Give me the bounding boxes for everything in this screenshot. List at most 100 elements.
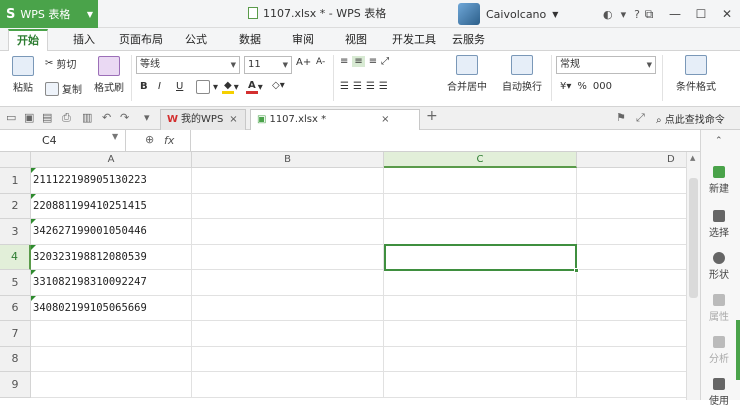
cell[interactable] — [192, 295, 384, 321]
underline-button[interactable]: U — [176, 81, 183, 92]
row-header[interactable]: 3 — [0, 219, 31, 245]
command-search[interactable]: ⌕ 点此查找命令 — [656, 111, 725, 126]
cell[interactable] — [384, 346, 577, 372]
cell-a6[interactable]: 340802199105065669 — [31, 295, 192, 321]
name-box[interactable]: C4 — [0, 130, 126, 152]
cell[interactable] — [384, 321, 577, 347]
cell[interactable] — [577, 270, 686, 296]
tab-view[interactable]: 视图 — [345, 28, 367, 51]
cell[interactable] — [577, 168, 686, 194]
percent-button[interactable]: % — [577, 81, 587, 92]
row-header[interactable]: 2 — [0, 193, 31, 219]
cell[interactable] — [577, 347, 686, 372]
cell[interactable] — [192, 372, 384, 398]
orientation-icon[interactable]: ⤢ — [381, 56, 389, 67]
tab-developer[interactable]: 开发工具 — [392, 28, 436, 51]
tab-cloud[interactable]: 云服务 — [452, 28, 485, 51]
tab-formula[interactable]: 公式 — [185, 28, 207, 51]
copy-button[interactable]: 复制 — [45, 81, 82, 96]
align-bottom-icon[interactable]: ≡ — [369, 56, 377, 67]
cell-a3[interactable]: 342627199001050446 — [31, 219, 192, 245]
close-icon[interactable]: × — [381, 114, 389, 125]
font-size-select[interactable]: 11 ▼ — [244, 56, 292, 74]
chevron-down-icon[interactable]: ▼ — [112, 132, 118, 141]
new-tab-button[interactable]: + — [426, 108, 438, 124]
cell[interactable] — [384, 270, 577, 296]
maximize-button[interactable]: ☐ — [688, 0, 714, 28]
minimize-button[interactable]: — — [662, 0, 688, 28]
cell[interactable] — [192, 219, 384, 245]
cell[interactable] — [577, 245, 686, 270]
cell[interactable] — [384, 372, 577, 398]
redo-icon[interactable]: ↷ — [120, 111, 129, 124]
clear-format-button[interactable]: ◇ ▾ — [272, 80, 285, 91]
cell-a2[interactable]: 220881199410251415 — [31, 193, 192, 219]
shirt-icon[interactable]: ▾ — [621, 8, 627, 21]
cell[interactable] — [31, 346, 192, 372]
cell[interactable] — [192, 244, 384, 270]
row-header[interactable]: 6 — [0, 295, 31, 321]
side-analysis-button[interactable]: 分析 — [701, 336, 737, 365]
skin-icon[interactable]: ◐ — [603, 8, 613, 21]
cell[interactable] — [192, 168, 384, 194]
bold-button[interactable]: B — [140, 81, 148, 92]
tab-my-wps[interactable]: W 我的WPS × — [160, 109, 246, 130]
cut-button[interactable]: ✂ 剪切 — [45, 56, 76, 71]
restore-layout-icon[interactable]: ⧉ — [636, 0, 662, 28]
print-icon[interactable]: ⎙ — [62, 111, 71, 125]
paste-button[interactable]: 粘贴 — [8, 56, 38, 94]
cell[interactable] — [31, 372, 192, 398]
print-preview-icon[interactable]: ▤ — [42, 111, 52, 124]
column-header-d[interactable]: D — [577, 152, 686, 168]
wrap-text-button[interactable]: 自动换行 — [499, 55, 545, 93]
cell[interactable] — [384, 219, 577, 245]
cell[interactable] — [577, 194, 686, 219]
row-header[interactable]: 1 — [0, 168, 31, 194]
align-middle-icon[interactable]: ≡ — [352, 56, 365, 67]
cell[interactable] — [577, 321, 686, 347]
align-top-icon[interactable]: ≡ — [340, 56, 348, 67]
row-header[interactable]: 5 — [0, 270, 31, 296]
vertical-scrollbar[interactable]: ▲ — [686, 152, 700, 400]
scroll-up-icon[interactable]: ▲ — [690, 154, 695, 162]
side-usage-button[interactable]: 使用 — [701, 378, 737, 407]
align-right-icon[interactable]: ☰ — [366, 81, 375, 92]
thousands-button[interactable]: 000 — [593, 81, 612, 92]
column-header-b[interactable]: B — [192, 152, 384, 168]
italic-button[interactable]: I — [158, 81, 161, 92]
cell-a5[interactable]: 331082198310092247 — [31, 270, 192, 296]
side-shape-button[interactable]: 形状 — [701, 252, 737, 281]
tab-review[interactable]: 审阅 — [292, 28, 314, 51]
cell[interactable] — [384, 295, 577, 321]
row-header[interactable]: 4 — [0, 244, 31, 270]
cell[interactable] — [384, 193, 577, 219]
justify-icon[interactable]: ☰ — [379, 81, 388, 92]
currency-icon[interactable]: ¥▾ — [560, 81, 571, 92]
row-header[interactable]: 8 — [0, 346, 31, 372]
close-button[interactable]: ✕ — [714, 0, 740, 28]
column-header-c[interactable]: C — [384, 152, 577, 168]
undo-icon[interactable]: ↶ — [102, 111, 111, 124]
close-icon[interactable]: × — [229, 114, 237, 125]
cell-a1[interactable]: 211122198905130223 — [31, 168, 192, 194]
conditional-format-button[interactable]: 条件格式 — [668, 55, 724, 93]
insert-function-button[interactable]: fx — [164, 130, 174, 152]
cell[interactable] — [192, 346, 384, 372]
tab-page-layout[interactable]: 页面布局 — [119, 28, 163, 51]
cell[interactable] — [192, 193, 384, 219]
side-select-button[interactable]: 选择 — [701, 210, 737, 239]
format-painter-button[interactable]: 格式刷 — [92, 56, 126, 94]
borders-button[interactable]: ▾ — [196, 80, 218, 94]
cell[interactable] — [31, 321, 192, 347]
merge-center-button[interactable]: 合并居中 — [441, 55, 493, 93]
cell[interactable] — [192, 270, 384, 296]
flag-icon[interactable]: ⚑ — [616, 111, 626, 124]
tab-data[interactable]: 数据 — [239, 28, 261, 51]
scroll-thumb[interactable] — [689, 178, 698, 298]
chevron-up-icon[interactable]: ⌃ — [715, 136, 723, 146]
customize-toolbar-icon[interactable]: ▾ — [144, 111, 150, 124]
row-header[interactable]: 9 — [0, 372, 31, 398]
side-new-button[interactable]: 新建 — [701, 166, 737, 195]
tab-insert[interactable]: 插入 — [73, 28, 95, 51]
cell[interactable] — [384, 244, 577, 270]
